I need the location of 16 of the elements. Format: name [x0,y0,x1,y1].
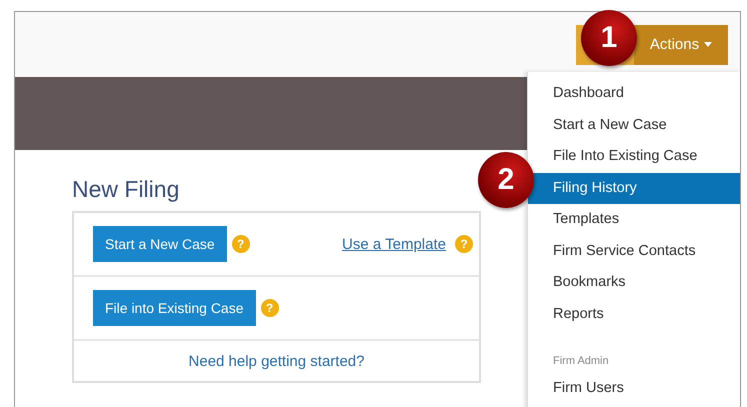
case-button[interactable]: File into Existing Case [93,290,256,326]
menu-item[interactable]: Firm Users [528,373,740,404]
menu-item[interactable]: Start a New Case [528,110,740,141]
menu-item[interactable]: Dashboard [528,78,740,110]
menu-item[interactable]: Reports [528,298,740,330]
menu-item[interactable]: Firm Service Contacts [528,236,740,267]
section-title: New Filing [72,176,180,203]
menu-item[interactable]: Bookmarks [528,267,740,298]
caret-icon [704,42,712,47]
menu-item[interactable]: Filing History [528,172,740,204]
case-button[interactable]: Start a New Case [93,226,227,262]
help-link[interactable]: Need help getting started? [188,352,364,370]
menu-header: Firm Admin [552,354,610,369]
actions-button[interactable]: Actions [634,24,728,64]
template-link[interactable]: Use a Template [342,236,446,252]
step-number-tooltip: 2 [478,152,534,208]
